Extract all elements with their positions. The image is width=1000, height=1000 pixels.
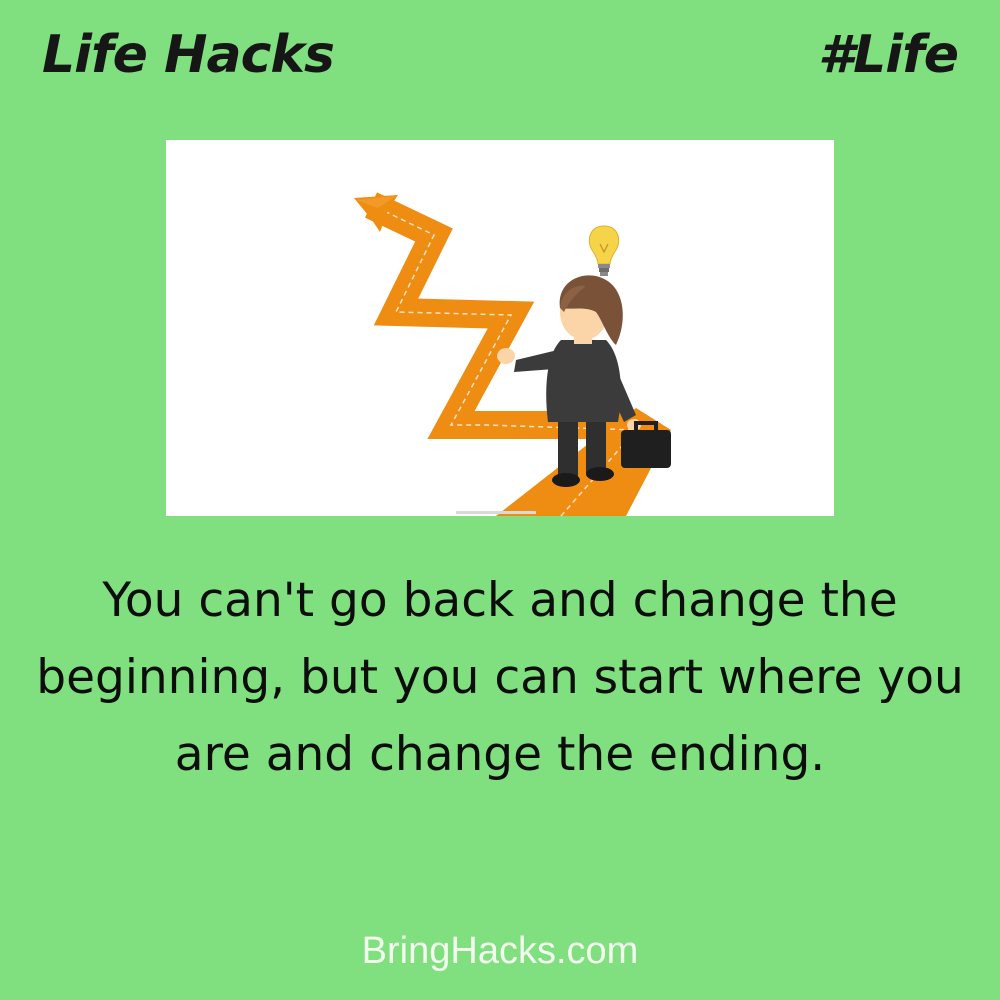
illustration-image bbox=[166, 140, 834, 516]
page-title: Life Hacks bbox=[42, 25, 335, 85]
lightbulb-icon bbox=[588, 225, 620, 276]
businessman-zigzag-arrow-icon bbox=[354, 192, 671, 516]
hashtag-label: #Life bbox=[817, 25, 959, 85]
site-credit[interactable]: BringHacks.com bbox=[0, 926, 1000, 976]
quote-text: You can't go back and change the beginni… bbox=[36, 573, 964, 782]
